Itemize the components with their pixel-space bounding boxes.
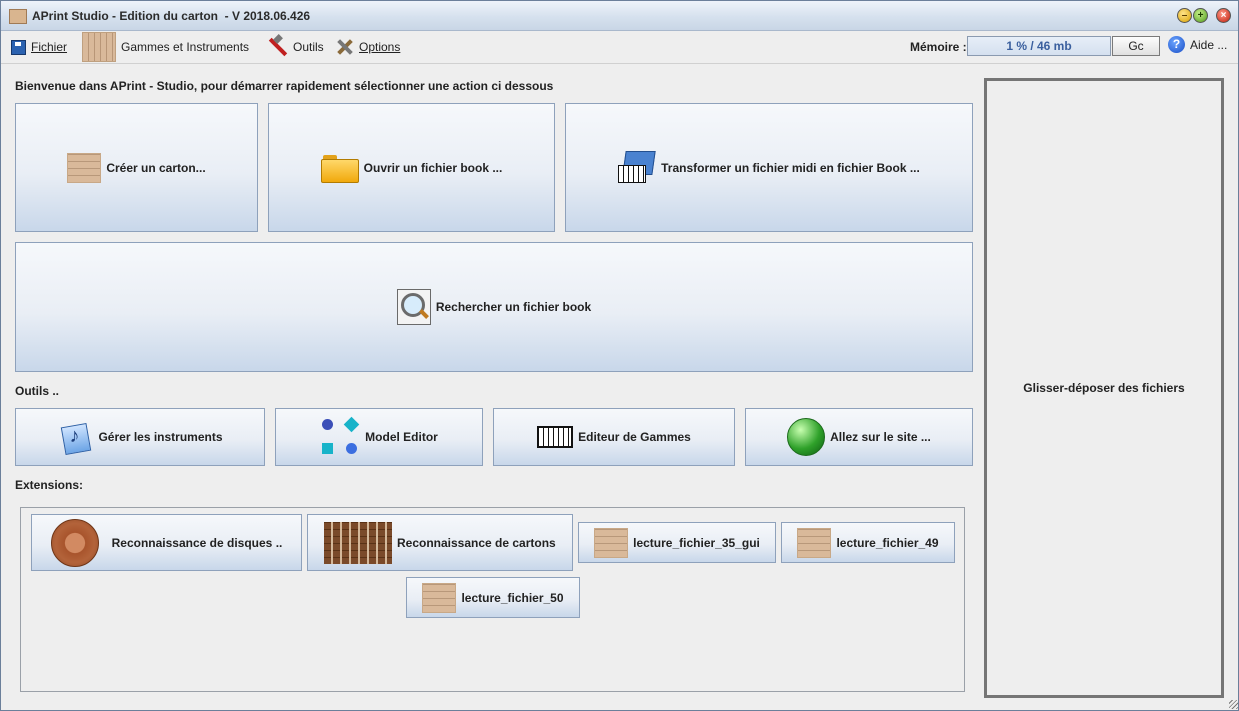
help-label: Aide ...: [1190, 37, 1228, 52]
go-to-site-button[interactable]: Allez sur le site ...: [745, 408, 973, 466]
floppy-disk-icon: [11, 39, 26, 55]
go-to-site-label: Allez sur le site ...: [830, 430, 931, 444]
carton-icon: [82, 32, 116, 62]
help-menu[interactable]: ? Aide ...: [1168, 36, 1227, 53]
search-book-button[interactable]: Rechercher un fichier book: [15, 242, 973, 372]
model-editor-icon: [320, 416, 360, 457]
carton-icon: [422, 582, 457, 613]
menu-fichier-label: Fichier: [31, 40, 68, 54]
welcome-text: Bienvenue dans APrint - Studio, pour dém…: [15, 79, 554, 93]
lecture-fichier-50-label: lecture_fichier_50: [461, 590, 564, 605]
options-icon: [336, 38, 354, 56]
folder-icon: [320, 153, 359, 183]
gc-button[interactable]: Gc: [1112, 36, 1160, 56]
model-editor-label: Model Editor: [365, 430, 438, 444]
piano-keys-icon: [537, 426, 574, 448]
maximize-button[interactable]: +: [1193, 8, 1208, 23]
menu-outils[interactable]: Outils: [266, 31, 324, 63]
model-editor-button[interactable]: Model Editor: [275, 408, 483, 466]
disc-recognition-label: Reconnaissance de disques ..: [111, 535, 283, 550]
lecture-fichier-35-button[interactable]: lecture_fichier_35_gui: [578, 522, 776, 563]
tools-icon: [266, 36, 288, 58]
carton-icon: [67, 152, 102, 183]
carton-icon: [324, 521, 392, 564]
close-button[interactable]: ×: [1216, 8, 1231, 23]
menu-gammes-label: Gammes et Instruments: [121, 40, 250, 54]
memory-label: Mémoire :: [910, 40, 967, 54]
lecture-fichier-50-button[interactable]: lecture_fichier_50: [406, 577, 580, 618]
resize-grip[interactable]: [1229, 700, 1238, 709]
search-book-label: Rechercher un fichier book: [435, 300, 592, 314]
manage-instruments-button[interactable]: Gérer les instruments: [15, 408, 265, 466]
extensions-section-label: Extensions:: [15, 478, 84, 492]
window-title: APrint Studio - Edition du carton - V 20…: [32, 9, 311, 23]
globe-icon: [787, 418, 826, 456]
menu-fichier[interactable]: Fichier: [11, 31, 67, 63]
midi-to-book-label: Transformer un fichier midi en fichier B…: [661, 160, 920, 175]
menu-gammes-instruments[interactable]: Gammes et Instruments: [82, 31, 249, 63]
manage-instruments-label: Gérer les instruments: [98, 430, 223, 444]
scale-editor-label: Editeur de Gammes: [578, 430, 691, 444]
minimize-button[interactable]: –: [1177, 8, 1192, 23]
carton-icon: [594, 527, 629, 558]
midi-to-book-button[interactable]: Transformer un fichier midi en fichier B…: [565, 103, 973, 232]
file-drop-zone[interactable]: Glisser-déposer des fichiers: [984, 78, 1224, 698]
carton-recognition-label: Reconnaissance de cartons: [397, 535, 556, 550]
disc-icon: [50, 518, 99, 567]
carton-icon: [9, 9, 27, 24]
instrument-icon: [57, 419, 93, 455]
drop-zone-label: Glisser-déposer des fichiers: [1023, 381, 1185, 395]
carton-recognition-button[interactable]: Reconnaissance de cartons: [307, 514, 573, 571]
lecture-fichier-49-label: lecture_fichier_49: [836, 535, 939, 550]
lecture-fichier-49-button[interactable]: lecture_fichier_49: [781, 522, 955, 563]
disc-recognition-button[interactable]: Reconnaissance de disques ..: [31, 514, 302, 571]
title-bar[interactable]: APrint Studio - Edition du carton - V 20…: [1, 1, 1238, 31]
outils-section-label: Outils ..: [15, 384, 60, 398]
app-window: APrint Studio - Edition du carton - V 20…: [0, 0, 1239, 711]
scale-editor-button[interactable]: Editeur de Gammes: [493, 408, 735, 466]
menu-options[interactable]: Options: [336, 31, 400, 63]
create-carton-label: Créer un carton...: [106, 160, 206, 175]
menu-outils-label: Outils: [293, 40, 324, 54]
memory-indicator: 1 % / 46 mb: [967, 36, 1111, 56]
menu-options-label: Options: [359, 40, 401, 54]
midi-file-icon: [618, 151, 656, 185]
search-icon: [396, 289, 431, 325]
create-carton-button[interactable]: Créer un carton...: [15, 103, 258, 232]
carton-icon: [797, 527, 832, 558]
open-book-label: Ouvrir un fichier book ...: [363, 160, 503, 175]
help-icon: ?: [1168, 36, 1185, 53]
lecture-fichier-35-label: lecture_fichier_35_gui: [633, 535, 760, 550]
open-book-button[interactable]: Ouvrir un fichier book ...: [268, 103, 555, 232]
